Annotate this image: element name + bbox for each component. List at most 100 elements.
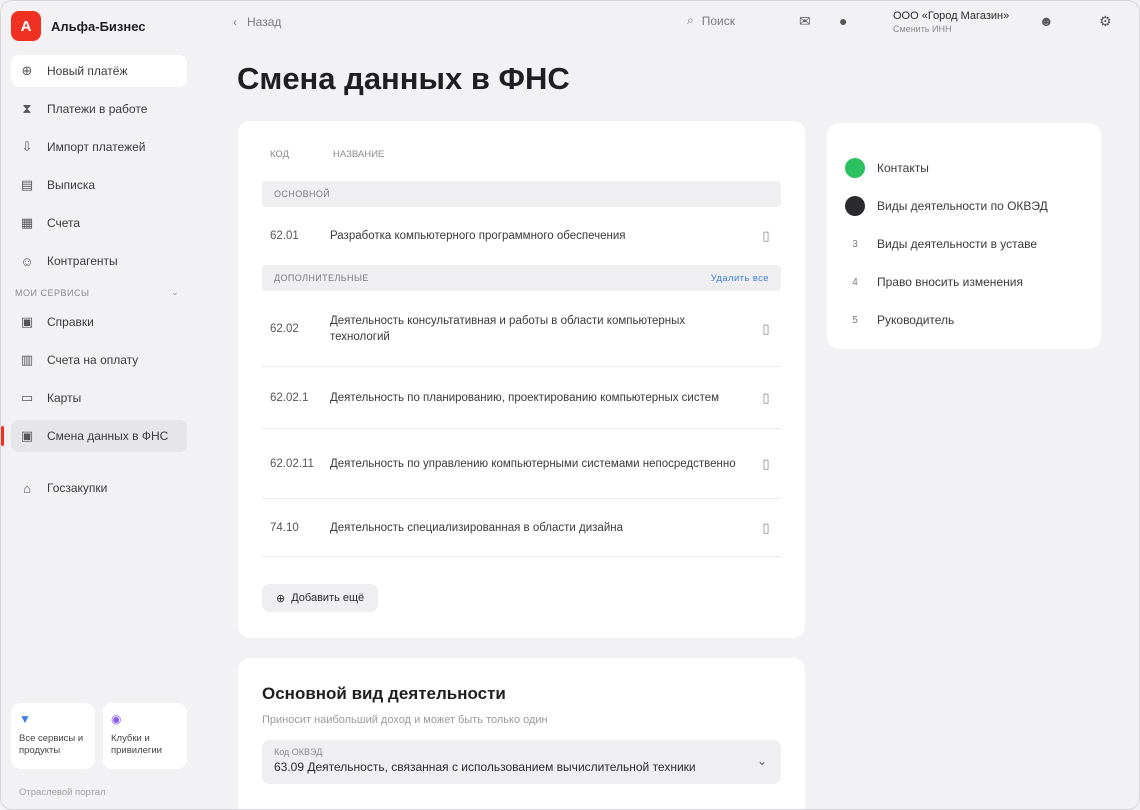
company-switcher[interactable]: ООО «Город Магазин» Сменить ИНН — [893, 10, 1009, 34]
brand-logo: А — [11, 11, 41, 41]
card-label: Клубки и привилегии — [111, 733, 162, 756]
row-code: 62.02.1 — [270, 391, 309, 404]
step-charter-activities[interactable]: 3 Виды деятельности в уставе — [845, 225, 1083, 263]
document-icon: ▤ — [20, 177, 34, 192]
sidebar-item-label: Импорт платежей — [47, 140, 146, 154]
sidebar-item-label: Госзакупки — [47, 481, 108, 495]
step-label: Контакты — [877, 161, 929, 175]
accounts-icon: ▦ — [20, 215, 34, 230]
sidebar-item-procurement[interactable]: ⌂ Госзакупки — [11, 472, 187, 504]
add-more-button[interactable]: ⊕ Добавить ещё — [262, 584, 379, 612]
table-row: 74.10 Деятельность специализированная в … — [262, 499, 781, 557]
sidebar-item-statement[interactable]: ▤ Выписка — [11, 169, 187, 201]
steps-card: Контакты Виды деятельности по ОКВЭД 3 Ви… — [827, 123, 1101, 349]
star-icon: ◉ — [111, 712, 122, 726]
sidebar-item-label: Карты — [47, 391, 82, 405]
trash-icon[interactable]: ▯ — [759, 228, 773, 244]
sidebar-item-accounts[interactable]: ▦ Счета — [11, 207, 187, 239]
sidebar-item-new-payment[interactable]: ⊕ Новый платёж — [11, 55, 187, 87]
step-label: Руководитель — [877, 313, 955, 327]
brand[interactable]: А Альфа-Бизнес — [11, 11, 187, 41]
main-activity-title: Основной вид деятельности — [262, 684, 506, 703]
row-name: Деятельность консультативная и работы в … — [330, 314, 686, 343]
trash-icon[interactable]: ▯ — [759, 321, 773, 337]
card-icon: ▭ — [20, 390, 34, 405]
row-name: Деятельность по управлению компьютерными… — [330, 457, 736, 470]
okved-select-value: 63.09 Деятельность, связанная с использо… — [274, 760, 696, 774]
main-group-header: основной — [262, 181, 781, 207]
procurement-icon: ⌂ — [23, 480, 31, 496]
sidebar-item-label: Справки — [47, 315, 94, 329]
extra-group-title: дополнительные — [274, 273, 369, 283]
row-name: Разработка компьютерного программного об… — [330, 230, 626, 242]
step-current-icon — [845, 196, 865, 216]
sidebar: А Альфа-Бизнес ⊕ Новый платёж ⧗ Платежи … — [1, 1, 197, 809]
sidebar-item-label: Счета — [47, 216, 81, 230]
delete-all-link[interactable]: Удалить все — [711, 273, 769, 284]
table-row: 62.02 Деятельность консультативная и раб… — [262, 291, 781, 367]
main-group-title: основной — [274, 189, 331, 199]
trash-icon[interactable]: ▯ — [759, 520, 773, 536]
okved-select-label: Код ОКВЭД — [274, 747, 323, 757]
step-contacts[interactable]: Контакты — [845, 149, 1083, 187]
extra-group-header: дополнительные Удалить все — [262, 265, 781, 291]
notifications-icon[interactable]: ● — [839, 13, 847, 29]
chevron-down-icon: ⌄ — [756, 754, 767, 768]
gear-icon[interactable]: ⚙ — [1099, 13, 1112, 30]
table-row: 62.02.1 Деятельность по планированию, пр… — [262, 367, 781, 429]
brand-name: Альфа-Бизнес — [51, 18, 146, 34]
step-label: Право вносить изменения — [877, 275, 1023, 289]
import-icon: ⇩ — [21, 139, 33, 154]
column-name: название — [333, 149, 385, 160]
sidebar-item-payments-in-progress[interactable]: ⧗ Платежи в работе — [11, 93, 187, 125]
back-button[interactable]: ‹ Назад — [233, 15, 281, 29]
trash-icon[interactable]: ▯ — [759, 456, 773, 472]
page-title: Смена данных в ФНС — [237, 61, 570, 96]
hourglass-icon: ⧗ — [22, 101, 32, 116]
sidebar-item-contractors[interactable]: ☺ Контрагенты — [11, 245, 187, 277]
company-sub: Сменить ИНН — [893, 24, 952, 34]
row-code: 62.02 — [270, 322, 299, 335]
row-name: Деятельность специализированная в област… — [330, 521, 623, 534]
add-more-label: Добавить ещё — [291, 592, 365, 604]
sidebar-item-fns-change[interactable]: ▣ Смена данных в ФНС — [1, 420, 187, 452]
sidebar-item-cards[interactable]: ▭ Карты — [11, 382, 187, 414]
app-window: А Альфа-Бизнес ⊕ Новый платёж ⧗ Платежи … — [0, 0, 1140, 810]
trash-icon[interactable]: ▯ — [759, 390, 773, 406]
row-code: 62.01 — [270, 230, 299, 242]
search-label: Поиск — [701, 13, 735, 28]
okved-table-card: код название основной 62.01 Разработка к… — [238, 121, 805, 638]
sidebar-item-certificates[interactable]: ▣ Справки — [11, 306, 187, 338]
privileges-card[interactable]: ◉ Клубки и привилегии — [103, 703, 187, 769]
users-icon[interactable]: ☻ — [1039, 13, 1054, 29]
search-button[interactable]: ⌕ Поиск — [687, 13, 735, 28]
all-services-card[interactable]: ▼ Все сервисы и продукты — [11, 703, 95, 769]
row-name: Деятельность по планированию, проектиров… — [330, 391, 720, 404]
services-section-header[interactable]: мои сервисы ⌄ — [11, 283, 187, 306]
table-row: 62.02.11 Деятельность по управлению комп… — [262, 429, 781, 499]
step-right-to-change[interactable]: 4 Право вносить изменения — [845, 263, 1083, 301]
row-code: 74.10 — [270, 521, 299, 534]
row-code: 62.02.11 — [270, 457, 314, 470]
step-director[interactable]: 5 Руководитель — [845, 301, 1083, 339]
search-icon: ⌕ — [687, 13, 694, 27]
contacts-icon: ☺ — [20, 253, 34, 269]
column-code: код — [270, 149, 290, 160]
plus-icon: ⊕ — [276, 592, 286, 605]
sidebar-footer-link[interactable]: Отраслевой портал — [19, 787, 106, 798]
step-done-icon — [845, 158, 865, 178]
sidebar-item-import-payments[interactable]: ⇩ Импорт платежей — [11, 131, 187, 163]
okved-select[interactable]: Код ОКВЭД 63.09 Деятельность, связанная … — [262, 740, 781, 784]
step-okved[interactable]: Виды деятельности по ОКВЭД — [845, 187, 1083, 225]
chevron-down-icon: ⌄ — [170, 287, 179, 297]
chevron-left-icon: ‹ — [233, 15, 237, 29]
mail-icon[interactable]: ✉ — [799, 13, 811, 30]
sidebar-promo-cards: ▼ Все сервисы и продукты ◉ Клубки и прив… — [11, 703, 187, 769]
table-header: код название — [262, 121, 781, 181]
services-section-title: мои сервисы — [15, 287, 90, 298]
sidebar-item-label: Новый платёж — [47, 64, 128, 78]
sidebar-item-invoices[interactable]: ▥ Счета на оплату — [11, 344, 187, 376]
sidebar-item-label: Платежи в работе — [47, 102, 148, 116]
invoice-icon: ▥ — [20, 352, 34, 367]
table-row: 62.01 Разработка компьютерного программн… — [262, 207, 781, 265]
